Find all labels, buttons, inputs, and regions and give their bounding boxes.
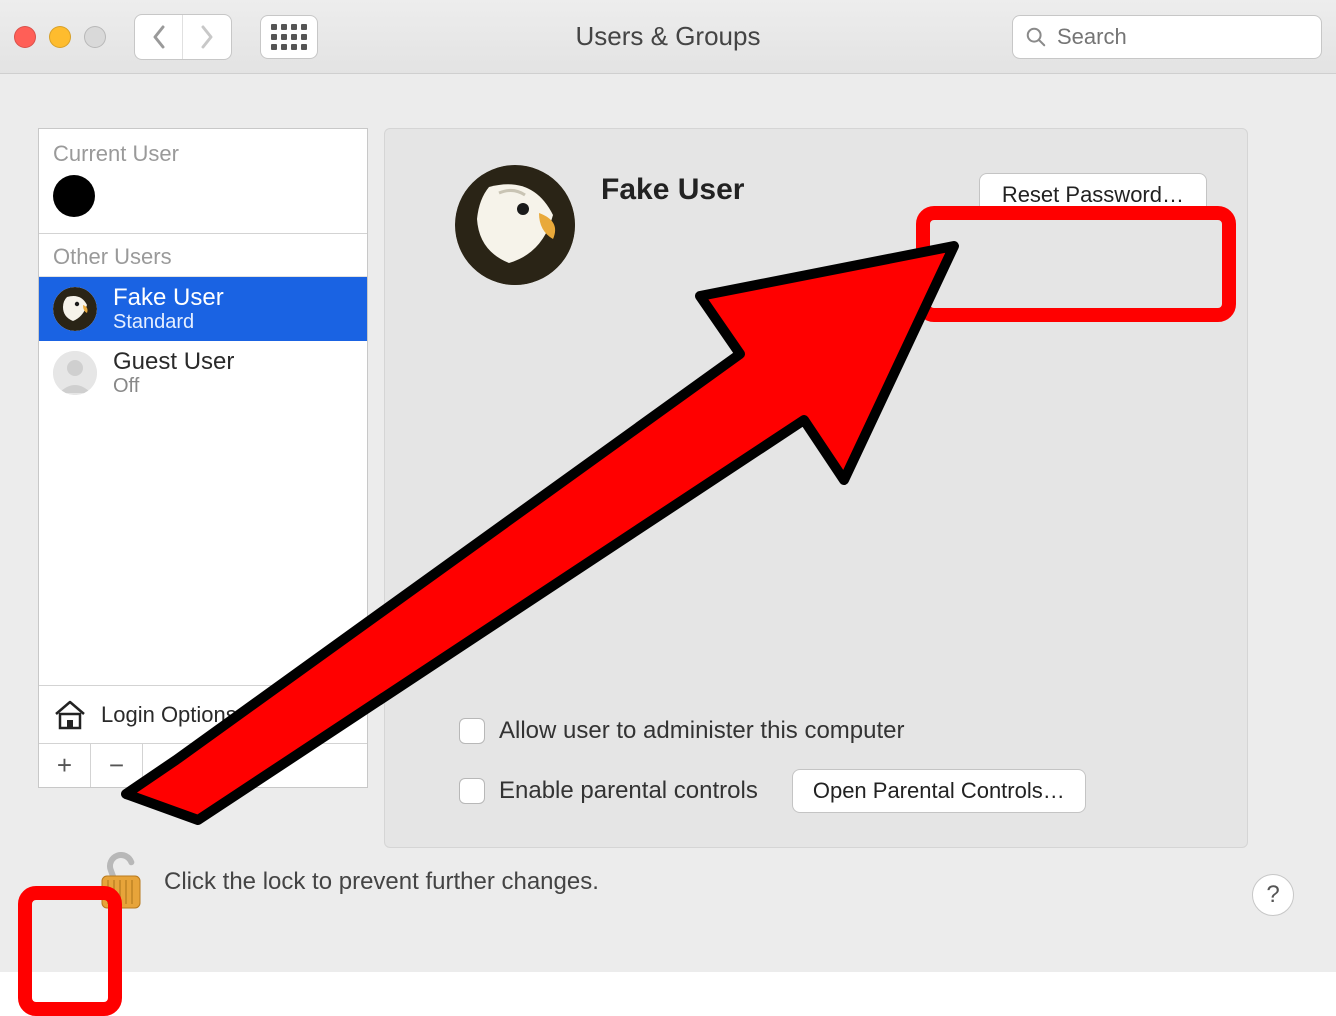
parental-checkbox[interactable]: [459, 778, 485, 804]
lock-text: Click the lock to prevent further change…: [164, 868, 599, 896]
current-user-row[interactable]: [39, 175, 367, 234]
sidebar-user-guest[interactable]: Guest User Off: [39, 341, 367, 405]
user-detail-panel: Fake User Reset Password… Allow user to …: [384, 128, 1248, 848]
login-options-label: Login Options: [101, 702, 237, 728]
admin-checkbox[interactable]: [459, 718, 485, 744]
add-user-button[interactable]: +: [39, 744, 91, 787]
login-options-row[interactable]: Login Options: [39, 685, 367, 743]
remove-user-button[interactable]: −: [91, 744, 143, 787]
guest-avatar-icon: [53, 351, 97, 395]
parental-checkbox-row[interactable]: Enable parental controls Open Parental C…: [459, 769, 1207, 813]
user-role-label: Off: [113, 375, 234, 397]
home-icon: [53, 700, 87, 730]
unlock-icon[interactable]: [96, 852, 146, 912]
user-avatar-icon: [53, 287, 97, 331]
user-name-label: Guest User: [113, 349, 234, 375]
admin-checkbox-row[interactable]: Allow user to administer this computer: [459, 717, 1207, 745]
zoom-window-icon: [84, 26, 106, 48]
search-field[interactable]: [1012, 15, 1322, 59]
current-user-label: Current User: [39, 129, 367, 175]
selected-user-name: Fake User: [601, 173, 744, 207]
sidebar-user-fake-user[interactable]: Fake User Standard: [39, 277, 367, 341]
help-button[interactable]: ?: [1252, 874, 1294, 916]
window-controls: [14, 26, 106, 48]
forward-button[interactable]: [183, 15, 231, 59]
minimize-window-icon[interactable]: [49, 26, 71, 48]
selected-user-avatar[interactable]: [455, 165, 575, 285]
search-icon: [1025, 26, 1047, 48]
current-user-avatar: [53, 175, 95, 217]
other-users-label: Other Users: [39, 234, 367, 277]
user-sidebar: Current User Other Users Fake User Stand…: [38, 128, 368, 788]
main-content: Current User Other Users Fake User Stand…: [0, 74, 1336, 972]
help-label: ?: [1266, 881, 1279, 909]
user-name-label: Fake User: [113, 285, 224, 311]
parental-checkbox-label: Enable parental controls: [499, 777, 758, 805]
close-window-icon[interactable]: [14, 26, 36, 48]
reset-password-button[interactable]: Reset Password…: [979, 173, 1207, 217]
lock-row: Click the lock to prevent further change…: [96, 852, 599, 912]
add-remove-row: + −: [39, 743, 367, 787]
user-role-label: Standard: [113, 311, 224, 333]
search-input[interactable]: [1057, 24, 1309, 50]
admin-checkbox-label: Allow user to administer this computer: [499, 717, 905, 745]
back-button[interactable]: [135, 15, 183, 59]
show-all-prefs-button[interactable]: [260, 15, 318, 59]
titlebar: Users & Groups: [0, 0, 1336, 74]
open-parental-controls-button[interactable]: Open Parental Controls…: [792, 769, 1086, 813]
nav-buttons: [134, 14, 232, 60]
window-title: Users & Groups: [576, 21, 761, 52]
